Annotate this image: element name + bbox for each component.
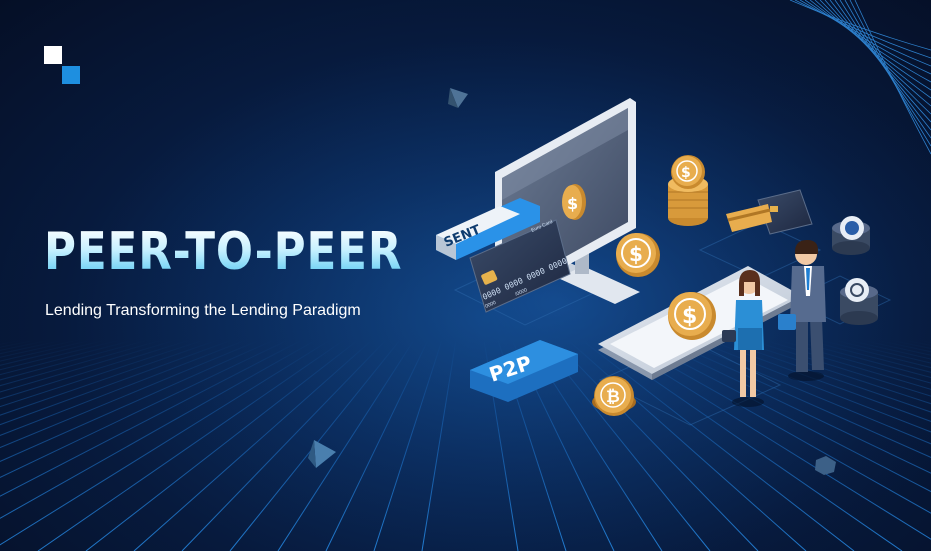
- svg-text:$: $: [682, 304, 697, 329]
- dollar-coin-icon: $: [668, 292, 716, 340]
- coin-stack-icon: $: [668, 155, 708, 226]
- dollar-coin-icon: $: [616, 233, 660, 277]
- p2p-button: P2P: [470, 340, 578, 402]
- svg-text:₿: ₿: [606, 387, 620, 407]
- bitcoin-coin-icon: ₿: [592, 376, 636, 416]
- dollar-coin-icon: $: [562, 184, 586, 220]
- hero-banner: PEER-TO-PEER Lending Transforming the Le…: [0, 0, 931, 551]
- coin-stack-icon: [832, 216, 878, 325]
- svg-text:$: $: [629, 242, 643, 266]
- credit-card-icon: [726, 189, 813, 235]
- svg-text:$: $: [681, 165, 691, 181]
- svg-text:$: $: [567, 194, 578, 213]
- p2p-illustration: SENT 0000 0000 0000 0000 Euro Card 0000 …: [436, 98, 892, 426]
